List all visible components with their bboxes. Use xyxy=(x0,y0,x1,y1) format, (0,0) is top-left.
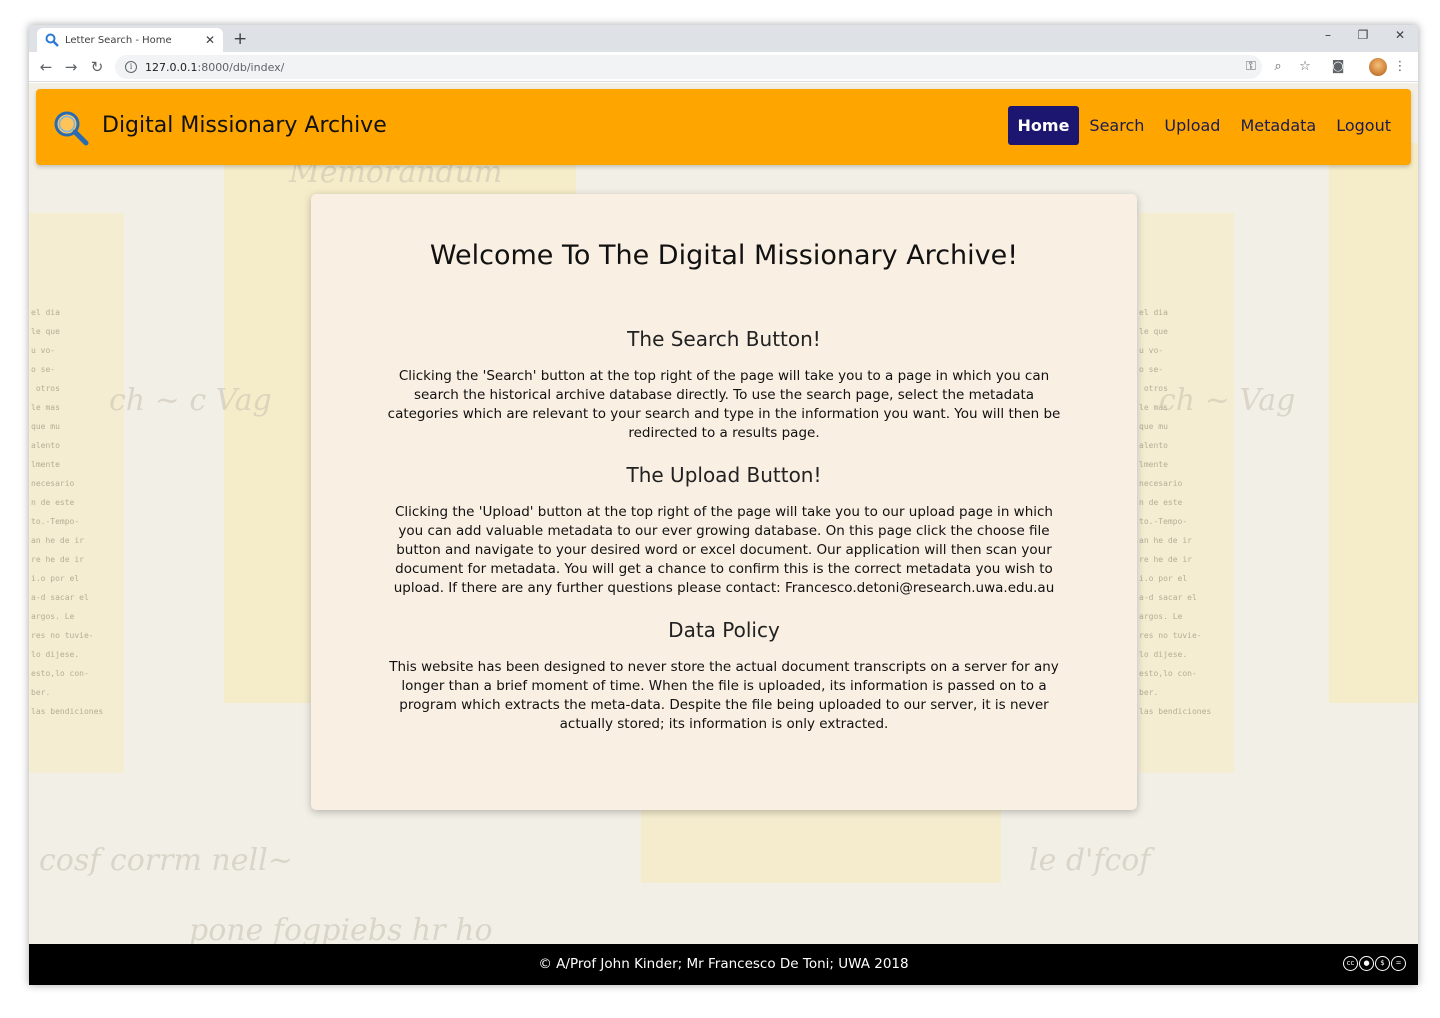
tab-strip: Letter Search - Home ✕ + – ❐ ✕ xyxy=(29,25,1418,52)
menu-icon[interactable]: ⋮ xyxy=(1391,58,1409,76)
tab-title: Letter Search - Home xyxy=(65,34,172,46)
site-info-icon[interactable]: i xyxy=(125,61,137,73)
section-heading-upload: The Upload Button! xyxy=(626,463,822,487)
key-icon[interactable]: ⚿ xyxy=(1242,58,1260,76)
nav-home[interactable]: Home xyxy=(1007,106,1080,145)
reload-icon[interactable]: ↻ xyxy=(87,57,107,77)
background-script-3: cosf corrm nell~ xyxy=(39,843,293,878)
background-script-1: ch ~ c Vag xyxy=(109,383,272,418)
nav-logout[interactable]: Logout xyxy=(1326,106,1401,145)
section-body-upload: Clicking the 'Upload' button at the top … xyxy=(393,504,1055,596)
zoom-icon[interactable]: ⌕ xyxy=(1269,58,1287,76)
window-close-button[interactable]: ✕ xyxy=(1385,28,1415,42)
url-path: :8000/db/index/ xyxy=(197,60,285,74)
site-navbar: Digital Missionary Archive Home Search U… xyxy=(36,89,1411,165)
background-text-right: el dia le que u vo- o se- otros le mas q… xyxy=(1139,308,1212,716)
footer-copyright: © A/Prof John Kinder; Mr Francesco De To… xyxy=(538,956,909,972)
background-newspaper xyxy=(641,803,1001,883)
address-bar[interactable]: i 127.0.0.1:8000/db/index/ xyxy=(115,55,1262,79)
new-tab-button[interactable]: + xyxy=(233,30,247,48)
magnifier-logo-icon[interactable] xyxy=(52,109,90,147)
browser-toolbar: ← → ↻ i 127.0.0.1:8000/db/index/ ⚿ ⌕ ☆ ◙… xyxy=(29,52,1418,82)
nd-icon: = xyxy=(1391,956,1406,971)
background-script-5: pone fogpiebs hr ho xyxy=(189,913,493,948)
by-icon: ● xyxy=(1359,956,1374,971)
cc-icon: cc xyxy=(1343,956,1358,971)
nc-icon: $ xyxy=(1375,956,1390,971)
license-badges[interactable]: cc ● $ = xyxy=(1343,956,1406,971)
background-text-left: el dia le que u vo- o se- otros le mas q… xyxy=(31,308,104,716)
site-footer: © A/Prof John Kinder; Mr Francesco De To… xyxy=(29,944,1418,985)
minimize-button[interactable]: – xyxy=(1313,28,1343,42)
section-body-search: Clicking the 'Search' button at the top … xyxy=(387,368,1061,441)
site-brand[interactable]: Digital Missionary Archive xyxy=(102,113,387,138)
back-arrow-icon[interactable]: ← xyxy=(36,57,56,77)
background-script-4: le d'fcof xyxy=(1029,843,1151,878)
avatar-icon[interactable] xyxy=(1369,58,1387,76)
page-title: Welcome To The Digital Missionary Archiv… xyxy=(429,240,1019,271)
nav-metadata[interactable]: Metadata xyxy=(1230,106,1326,145)
page-viewport: el dia le que u vo- o se- otros le mas q… xyxy=(29,83,1418,985)
camera-icon[interactable]: ◙ xyxy=(1329,58,1347,76)
browser-tab[interactable]: Letter Search - Home ✕ xyxy=(37,28,223,52)
restore-button[interactable]: ❐ xyxy=(1348,28,1378,42)
forward-arrow-icon[interactable]: → xyxy=(61,57,81,77)
url-host: 127.0.0.1 xyxy=(145,60,198,74)
search-favicon-icon xyxy=(45,33,59,47)
tab-close-icon[interactable]: ✕ xyxy=(203,33,217,47)
background-letter-far-right xyxy=(1329,143,1418,703)
main-nav: Home Search Upload Metadata Logout xyxy=(1007,106,1401,145)
section-heading-search: The Search Button! xyxy=(627,327,821,351)
section-body-data-policy: This website has been designed to never … xyxy=(389,659,1059,732)
star-icon[interactable]: ☆ xyxy=(1296,58,1314,76)
section-heading-data-policy: Data Policy xyxy=(668,618,780,642)
welcome-card: Welcome To The Digital Missionary Archiv… xyxy=(311,194,1137,810)
nav-upload[interactable]: Upload xyxy=(1154,106,1230,145)
background-script-2: ch ~ Vag xyxy=(1159,383,1296,418)
nav-search[interactable]: Search xyxy=(1079,106,1154,145)
browser-window: Letter Search - Home ✕ + – ❐ ✕ ← → ↻ i 1… xyxy=(29,25,1418,985)
